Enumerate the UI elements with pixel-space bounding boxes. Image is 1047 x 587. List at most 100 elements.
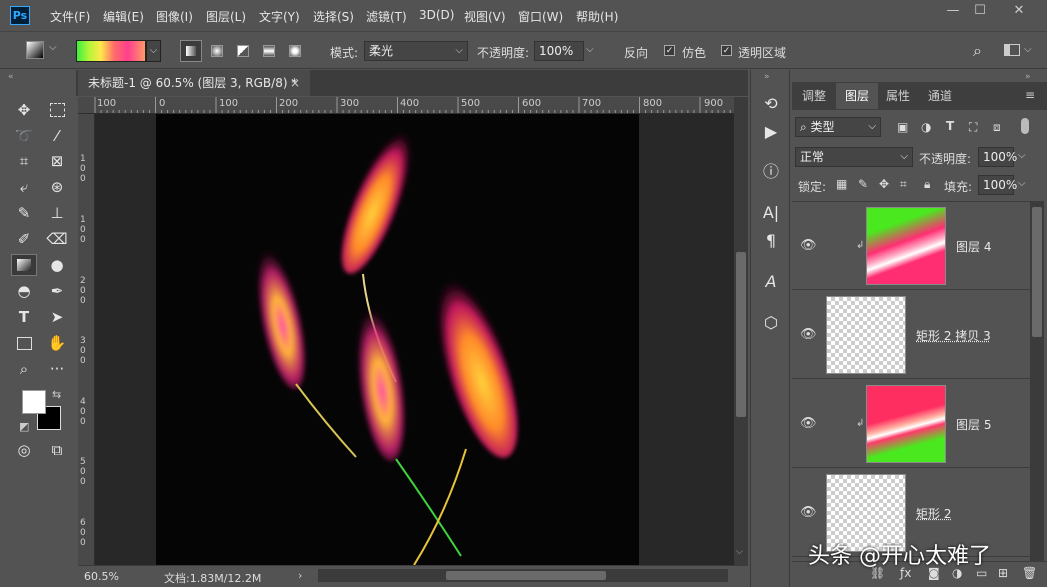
character-icon[interactable]: A| xyxy=(759,201,783,225)
menu-layer[interactable]: 图层(L) xyxy=(206,8,246,25)
workspace-icon[interactable] xyxy=(1004,44,1020,56)
menu-file[interactable]: 文件(F) xyxy=(50,8,90,25)
delete-layer-icon[interactable]: 🗑︎ xyxy=(1022,566,1037,580)
layer-thumbnail[interactable] xyxy=(866,385,946,463)
shape-filter-icon[interactable]: ⛶ xyxy=(969,120,977,135)
pen-tool-icon[interactable]: ✒ xyxy=(46,280,68,302)
tab-properties[interactable]: 属性 xyxy=(878,83,918,109)
minimize-button[interactable]: — xyxy=(939,3,967,21)
gradient-tool-icon[interactable] xyxy=(11,254,37,276)
adjustment-filter-icon[interactable]: ◑ xyxy=(921,120,931,134)
healing-brush-icon[interactable]: ⊛ xyxy=(46,176,68,198)
filter-toggle[interactable] xyxy=(1021,118,1029,134)
path-selection-icon[interactable]: ➤ xyxy=(46,306,68,328)
frame-tool-icon[interactable]: ⊠ xyxy=(46,150,68,172)
gradient-tool-preset-icon[interactable] xyxy=(26,41,44,59)
move-tool-icon[interactable]: ✥ xyxy=(13,99,35,121)
new-layer-icon[interactable]: ⊞ xyxy=(998,566,1008,580)
default-colors-icon[interactable]: ◩ xyxy=(19,420,29,433)
magic-wand-icon[interactable]: ⁄ xyxy=(46,125,68,147)
history-icon[interactable]: ⟲ xyxy=(759,92,783,116)
layer-opacity-input[interactable]: 100% xyxy=(978,147,1017,167)
info-icon[interactable]: ⓘ xyxy=(759,160,783,184)
document-canvas[interactable] xyxy=(156,114,639,565)
horizontal-scrollbar[interactable] xyxy=(318,569,728,582)
paragraph-icon[interactable]: ¶ xyxy=(759,229,783,253)
eye-icon[interactable]: 👁︎ xyxy=(800,328,818,341)
angle-gradient-button[interactable] xyxy=(232,40,254,62)
chevron-down-icon[interactable]: ⌵ xyxy=(49,42,57,53)
close-window-button[interactable]: ✕ xyxy=(1005,3,1033,21)
layer-row[interactable]: 👁︎ ↲ 图层 4 xyxy=(792,202,1030,290)
menu-edit[interactable]: 编辑(E) xyxy=(103,8,144,25)
layer-name[interactable]: 矩形 2 xyxy=(916,505,951,522)
history-brush-icon[interactable]: ✐ xyxy=(13,228,35,250)
dither-checkbox[interactable]: ✓ xyxy=(664,45,675,56)
menu-filter[interactable]: 滤镜(T) xyxy=(366,8,407,25)
canvas-pasteboard[interactable] xyxy=(95,114,734,565)
layer-thumbnail[interactable] xyxy=(866,207,946,285)
actions-play-icon[interactable]: ▶ xyxy=(759,120,783,144)
brush-tool-icon[interactable]: ✎ xyxy=(13,202,35,224)
fill-dropdown-icon[interactable]: ⌵ xyxy=(1018,178,1026,189)
swap-colors-icon[interactable]: ⇆ xyxy=(52,388,61,401)
menu-select[interactable]: 选择(S) xyxy=(313,8,354,25)
lock-artboard-icon[interactable]: ⌗ xyxy=(900,177,907,192)
gradient-dropdown-icon[interactable]: ⌵ xyxy=(146,40,161,62)
vertical-scrollbar[interactable]: ⌵ xyxy=(734,97,748,565)
rectangle-tool-icon[interactable] xyxy=(13,332,35,354)
layer-thumbnail[interactable] xyxy=(826,296,906,374)
tab-adjustments[interactable]: 调整 xyxy=(794,83,834,109)
layers-scrollbar[interactable] xyxy=(1030,201,1044,561)
opacity-dropdown-icon[interactable]: ⌵ xyxy=(586,44,594,55)
collapse-right-icon[interactable]: » xyxy=(764,72,770,82)
scroll-down-icon[interactable]: ⌵ xyxy=(736,547,743,557)
eye-icon[interactable]: 👁︎ xyxy=(800,506,818,519)
eye-icon[interactable]: 👁︎ xyxy=(800,417,818,430)
foreground-color-swatch[interactable] xyxy=(22,390,46,414)
gradient-swatch[interactable] xyxy=(76,40,146,62)
lock-transparent-icon[interactable]: ▦ xyxy=(836,177,847,191)
screen-mode-icon[interactable]: ⧉ xyxy=(46,439,68,461)
layer-row[interactable]: 👁︎ 矩形 2 拷贝 3 xyxy=(792,291,1030,379)
opacity-input[interactable]: 100% xyxy=(534,41,584,61)
opacity-dropdown-icon[interactable]: ⌵ xyxy=(1018,150,1026,161)
3d-cube-icon[interactable]: ⬡ xyxy=(759,311,783,335)
search-icon[interactable]: ⌕ xyxy=(973,41,982,61)
menu-image[interactable]: 图像(I) xyxy=(156,8,193,25)
panel-menu-icon[interactable]: ≡ xyxy=(1025,88,1035,102)
layer-filter-select[interactable]: ⌕ 类型 ⌵ xyxy=(795,117,881,137)
eraser-tool-icon[interactable]: ⌫ xyxy=(46,228,68,250)
hand-tool-icon[interactable]: ✋ xyxy=(46,332,68,354)
zoom-level[interactable]: 60.5% xyxy=(84,570,119,583)
zoom-tool-icon[interactable]: ⌕ xyxy=(13,358,35,380)
blur-tool-icon[interactable]: ● xyxy=(46,254,68,276)
layer-row[interactable]: 👁︎ ↲ 图层 5 xyxy=(792,380,1030,468)
vertical-scroll-thumb[interactable] xyxy=(736,252,746,417)
menu-help[interactable]: 帮助(H) xyxy=(576,8,618,25)
more-tools-icon[interactable]: ··· xyxy=(46,358,68,380)
close-tab-icon[interactable]: × xyxy=(290,70,300,96)
glyphs-icon[interactable]: A xyxy=(759,270,783,294)
type-filter-icon[interactable]: T xyxy=(946,119,954,133)
eye-icon[interactable]: 👁︎ xyxy=(800,239,818,252)
transparency-checkbox[interactable]: ✓ xyxy=(721,45,732,56)
layer-name[interactable]: 矩形 2 拷贝 3 xyxy=(916,327,991,344)
lasso-tool-icon[interactable]: ➰ xyxy=(13,125,35,147)
marquee-tool-icon[interactable] xyxy=(46,99,68,121)
radial-gradient-button[interactable] xyxy=(206,40,228,62)
eyedropper-icon[interactable]: ⤶ xyxy=(13,176,35,198)
reflected-gradient-button[interactable] xyxy=(258,40,280,62)
smart-object-filter-icon[interactable]: ⧈ xyxy=(993,120,1001,135)
menu-3d[interactable]: 3D(D) xyxy=(419,8,454,22)
diamond-gradient-button[interactable] xyxy=(284,40,306,62)
document-tab[interactable]: 未标题-1 @ 60.5% (图层 3, RGB/8) * × xyxy=(78,70,310,96)
dodge-tool-icon[interactable]: ◓ xyxy=(13,280,35,302)
lock-position-icon[interactable]: ✥ xyxy=(879,177,889,191)
layer-name[interactable]: 图层 4 xyxy=(956,238,991,255)
type-tool-icon[interactable]: T xyxy=(13,306,35,328)
collapse-panel-icon[interactable]: » xyxy=(1025,72,1031,82)
menu-type[interactable]: 文字(Y) xyxy=(259,8,300,25)
tab-layers[interactable]: 图层 xyxy=(836,83,878,109)
blend-mode-select[interactable]: 正常 ⌵ xyxy=(795,147,913,167)
